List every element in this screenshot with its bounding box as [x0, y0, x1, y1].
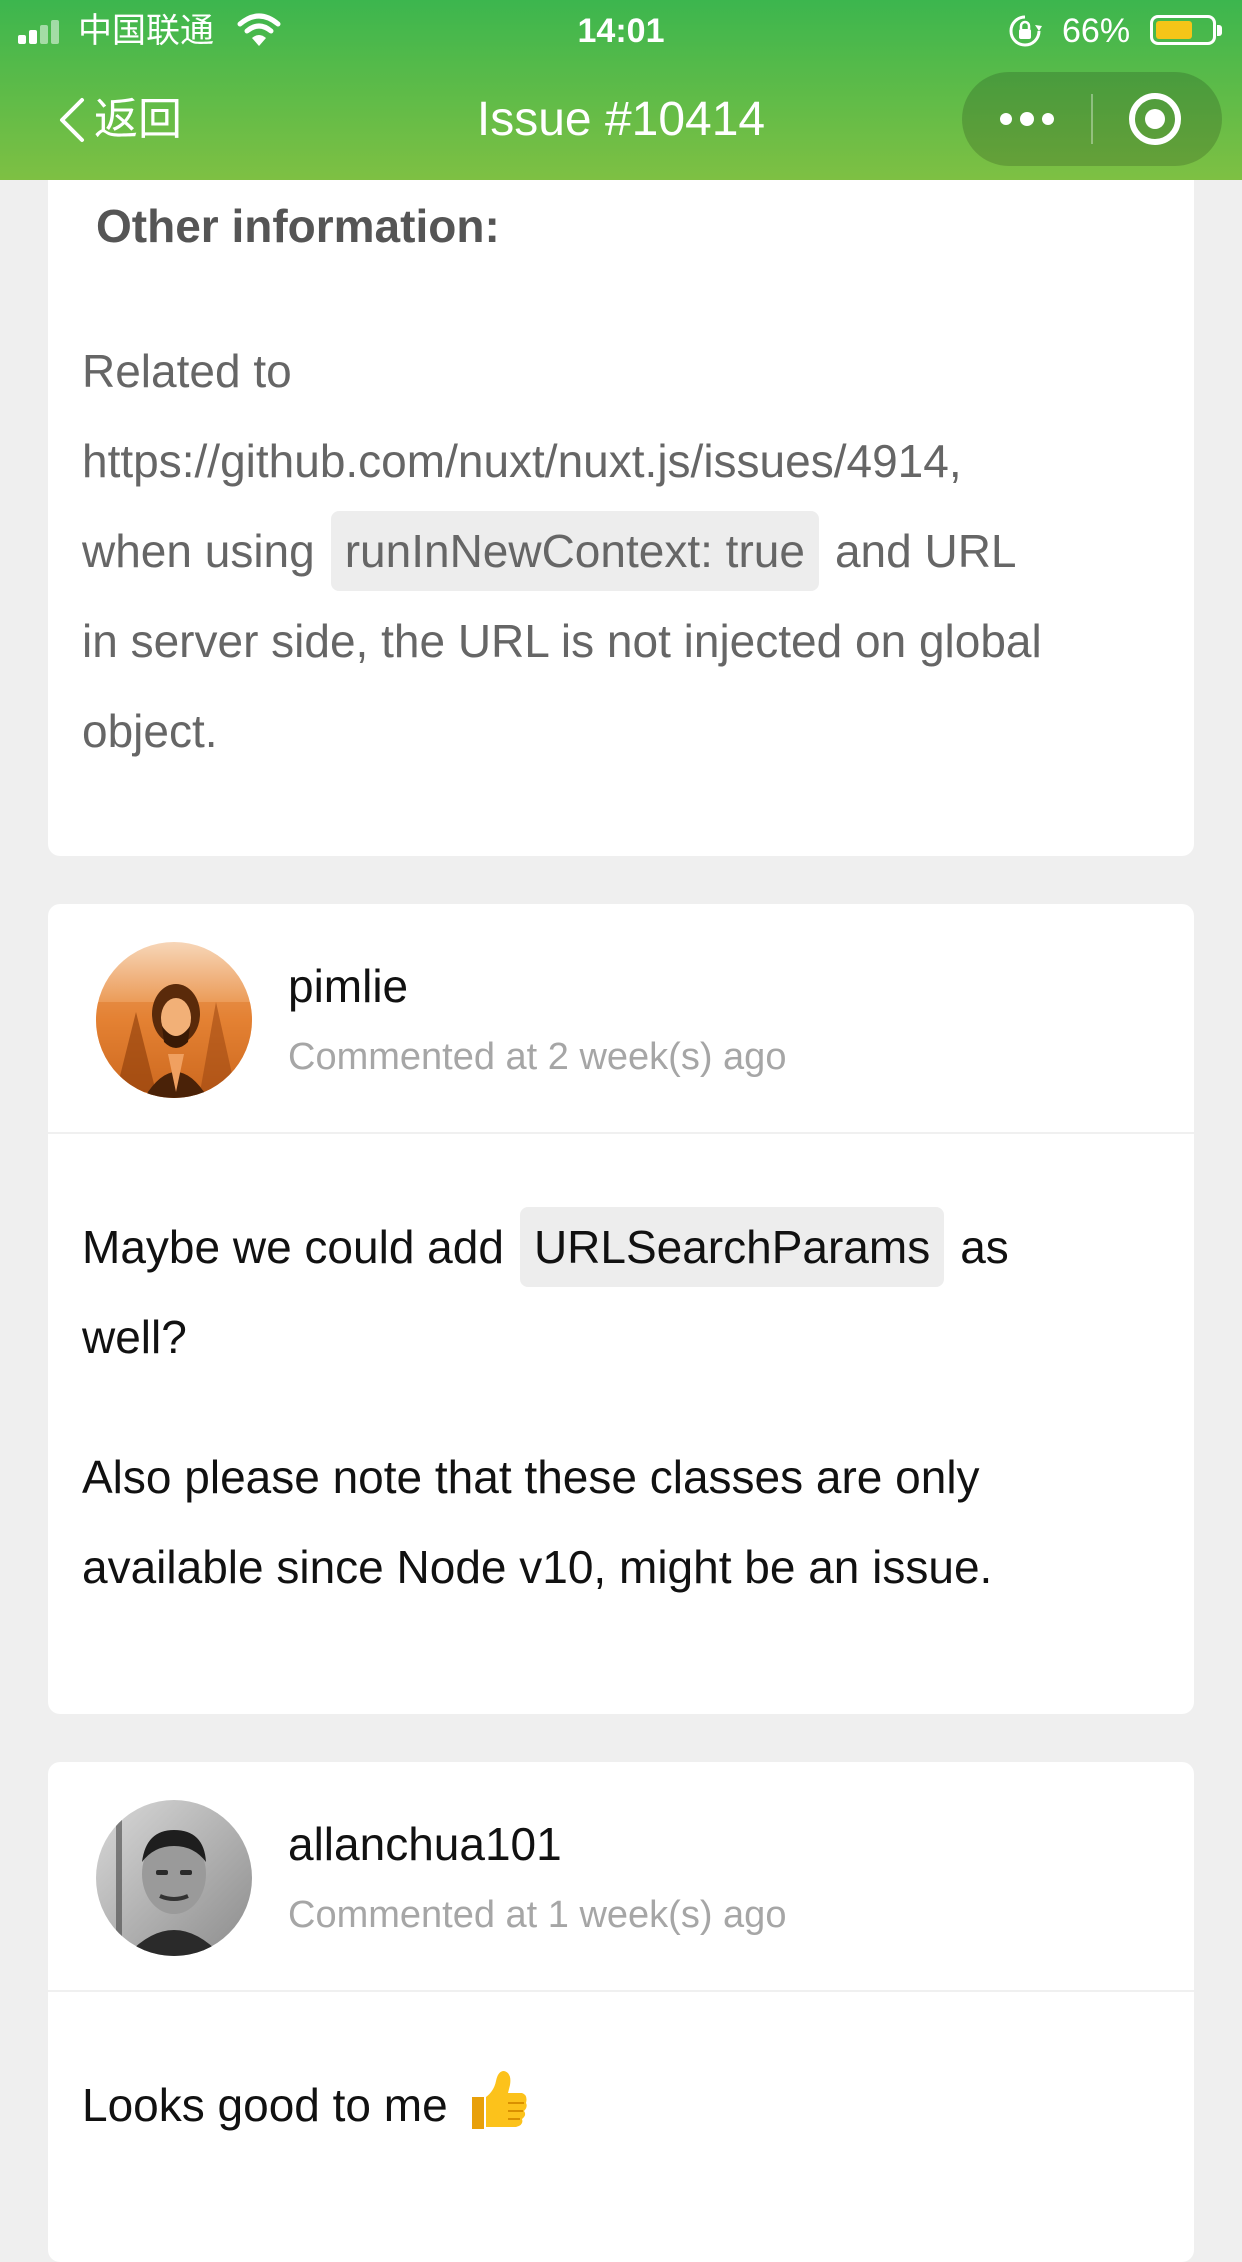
comment-timestamp: Commented at 2 week(s) ago	[288, 1036, 787, 1078]
chevron-left-icon	[60, 98, 84, 142]
username[interactable]: pimlie	[288, 958, 408, 1014]
comment-body: Looks good to me	[82, 2060, 1172, 2162]
body-line: Also please note that these classes are …	[82, 1451, 980, 1503]
orientation-lock-icon	[1009, 15, 1042, 47]
comment-card: allanchua101 Commented at 1 week(s) ago …	[48, 1762, 1194, 2262]
body-line: well?	[82, 1311, 187, 1363]
back-label: 返回	[94, 95, 182, 144]
inline-code: URLSearchParams	[519, 1207, 945, 1287]
avatar[interactable]	[96, 1800, 252, 1956]
body-text-segment: and URL	[834, 525, 1017, 577]
mini-program-capsule	[962, 72, 1222, 166]
body-line: available since Node v10, might be an is…	[82, 1541, 993, 1593]
comment-card: pimlie Commented at 2 week(s) ago Maybe …	[48, 904, 1194, 1714]
issue-link[interactable]: https://github.com/nuxt/nuxt.js/issues/4…	[82, 416, 1172, 506]
comment-header: allanchua101 Commented at 1 week(s) ago	[48, 1762, 1194, 1992]
body-line: when using runInNewContext: true and URL	[82, 506, 1172, 596]
back-button[interactable]: 返回	[54, 92, 182, 148]
issue-body-card: Other information: Related to https://gi…	[48, 140, 1194, 856]
body-line: Related to	[82, 345, 292, 397]
thumbs-up-icon	[468, 2067, 530, 2162]
comment-header: pimlie Commented at 2 week(s) ago	[48, 904, 1194, 1134]
close-mini-program-button[interactable]	[1093, 72, 1222, 166]
body-line: in server side, the URL is not injected …	[82, 615, 1042, 667]
inline-code: runInNewContext: true	[330, 511, 819, 591]
body-text-segment: Looks good to me	[82, 2079, 448, 2131]
comment-body: Maybe we could add URLSearchParams as well…	[82, 1202, 1172, 1612]
clock: 14:01	[577, 12, 665, 50]
body-text-segment: as	[960, 1221, 1009, 1273]
body-text-segment: Maybe we could add	[82, 1221, 504, 1273]
body-line: Maybe we could add URLSearchParams as	[82, 1202, 1172, 1292]
section-heading: Other information:	[96, 200, 500, 252]
comment-timestamp: Commented at 1 week(s) ago	[288, 1894, 787, 1936]
body-line: Looks good to me	[82, 2060, 1172, 2162]
body-line: object.	[82, 705, 218, 757]
body-text-segment: when using	[82, 525, 315, 577]
top-bar: 中国联通 14:01 66% 返回 Issue #10414	[0, 0, 1242, 180]
status-bar: 中国联通 14:01 66%	[0, 0, 1242, 62]
username[interactable]: allanchua101	[288, 1816, 562, 1872]
battery-icon	[1150, 15, 1222, 45]
battery-percent: 66%	[1062, 12, 1131, 50]
navigation-bar: 返回 Issue #10414	[0, 62, 1242, 180]
issue-body-text: Related to https://github.com/nuxt/nuxt.…	[82, 326, 1172, 776]
more-options-button[interactable]	[962, 72, 1091, 166]
avatar[interactable]	[96, 942, 252, 1098]
